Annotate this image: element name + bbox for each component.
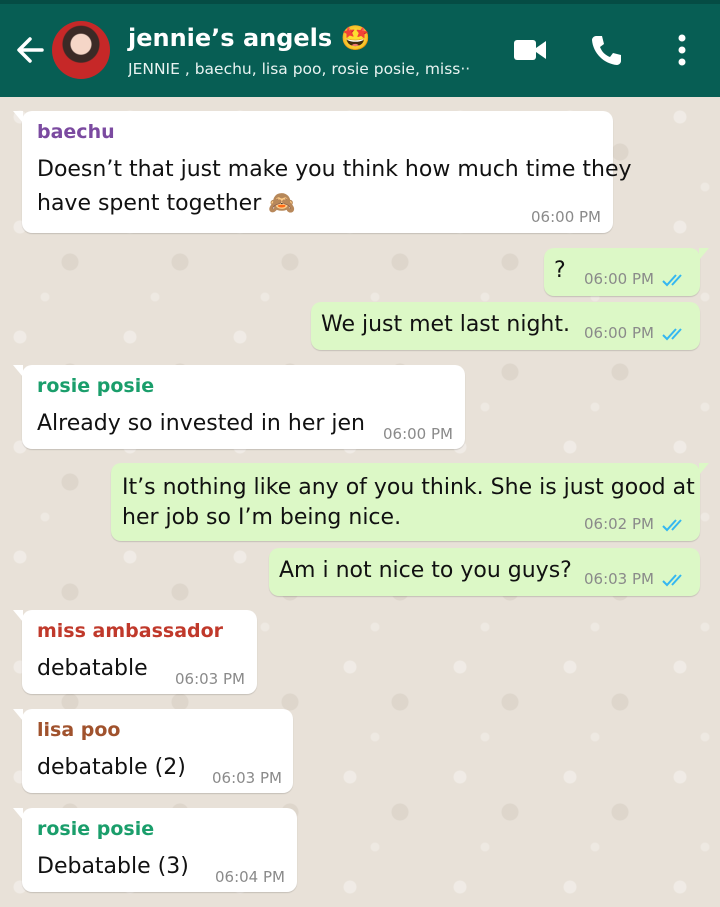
bubble-tail: [13, 365, 23, 377]
message-text: her job so I’m being nice.: [122, 505, 402, 530]
incoming-message[interactable]: rosie posie Debatable (3) 06:04 PM: [13, 808, 297, 892]
group-avatar[interactable]: [52, 21, 110, 79]
sender-name: miss ambassador: [37, 620, 224, 642]
message-text: Doesn’t that just make you think how muc…: [37, 157, 632, 182]
outgoing-message[interactable]: ? 06:00 PM: [544, 248, 709, 296]
outgoing-message[interactable]: We just met last night. 06:00 PM: [311, 302, 700, 350]
status-strip: [0, 0, 720, 4]
message-time: 06:00 PM: [383, 425, 453, 443]
message-text: debatable: [37, 656, 148, 681]
outgoing-message[interactable]: It’s nothing like any of you think. She …: [111, 463, 709, 541]
message-time: 06:03 PM: [175, 670, 245, 688]
message-text: We just met last night.: [321, 312, 570, 337]
group-members[interactable]: JENNIE , baechu, lisa poo, rosie posie, …: [128, 60, 473, 78]
sender-name: baechu: [37, 121, 115, 143]
read-receipt-icon: [662, 328, 682, 341]
message-text: Debatable (3): [37, 854, 189, 879]
group-title[interactable]: jennie’s angels 🤩: [128, 24, 370, 52]
incoming-message[interactable]: miss ambassador debatable 06:03 PM: [13, 610, 257, 694]
phone-icon[interactable]: [584, 28, 628, 72]
message-text: Already so invested in her jen: [37, 411, 365, 436]
message-text: debatable (2): [37, 755, 186, 780]
message-text: ?: [554, 258, 566, 283]
message-text: Am i not nice to you guys?: [279, 558, 572, 583]
more-options-icon[interactable]: [660, 28, 704, 72]
incoming-message[interactable]: lisa poo debatable (2) 06:03 PM: [13, 709, 293, 793]
message-time: 06:02 PM: [584, 515, 654, 533]
bubble-tail: [13, 610, 23, 622]
message-time: 06:00 PM: [584, 324, 654, 342]
message-time: 06:03 PM: [212, 769, 282, 787]
bubble-tail: [13, 111, 23, 123]
message-text: It’s nothing like any of you think. She …: [122, 475, 695, 500]
message-time: 06:00 PM: [584, 270, 654, 288]
back-arrow-icon[interactable]: [12, 30, 48, 70]
bubble-tail: [699, 463, 709, 475]
bubble-tail: [13, 709, 23, 721]
outgoing-message[interactable]: Am i not nice to you guys? 06:03 PM: [269, 548, 700, 596]
read-receipt-icon: [662, 274, 682, 287]
bubble-tail: [13, 808, 23, 820]
sender-name: rosie posie: [37, 818, 155, 840]
message-text: have spent together 🙈: [37, 191, 296, 216]
sender-name: rosie posie: [37, 375, 155, 397]
message-time: 06:03 PM: [584, 570, 654, 588]
chat-header: jennie’s angels 🤩 JENNIE , baechu, lisa …: [0, 0, 720, 97]
message-time: 06:00 PM: [531, 208, 601, 226]
read-receipt-icon: [662, 519, 682, 532]
incoming-message[interactable]: baechu Doesn’t that just make you think …: [13, 111, 632, 233]
message-time: 06:04 PM: [215, 868, 285, 886]
sender-name: lisa poo: [37, 719, 121, 741]
read-receipt-icon: [662, 574, 682, 587]
bubble-tail: [699, 248, 709, 260]
incoming-message[interactable]: rosie posie Already so invested in her j…: [13, 365, 465, 449]
video-call-icon[interactable]: [508, 28, 552, 72]
